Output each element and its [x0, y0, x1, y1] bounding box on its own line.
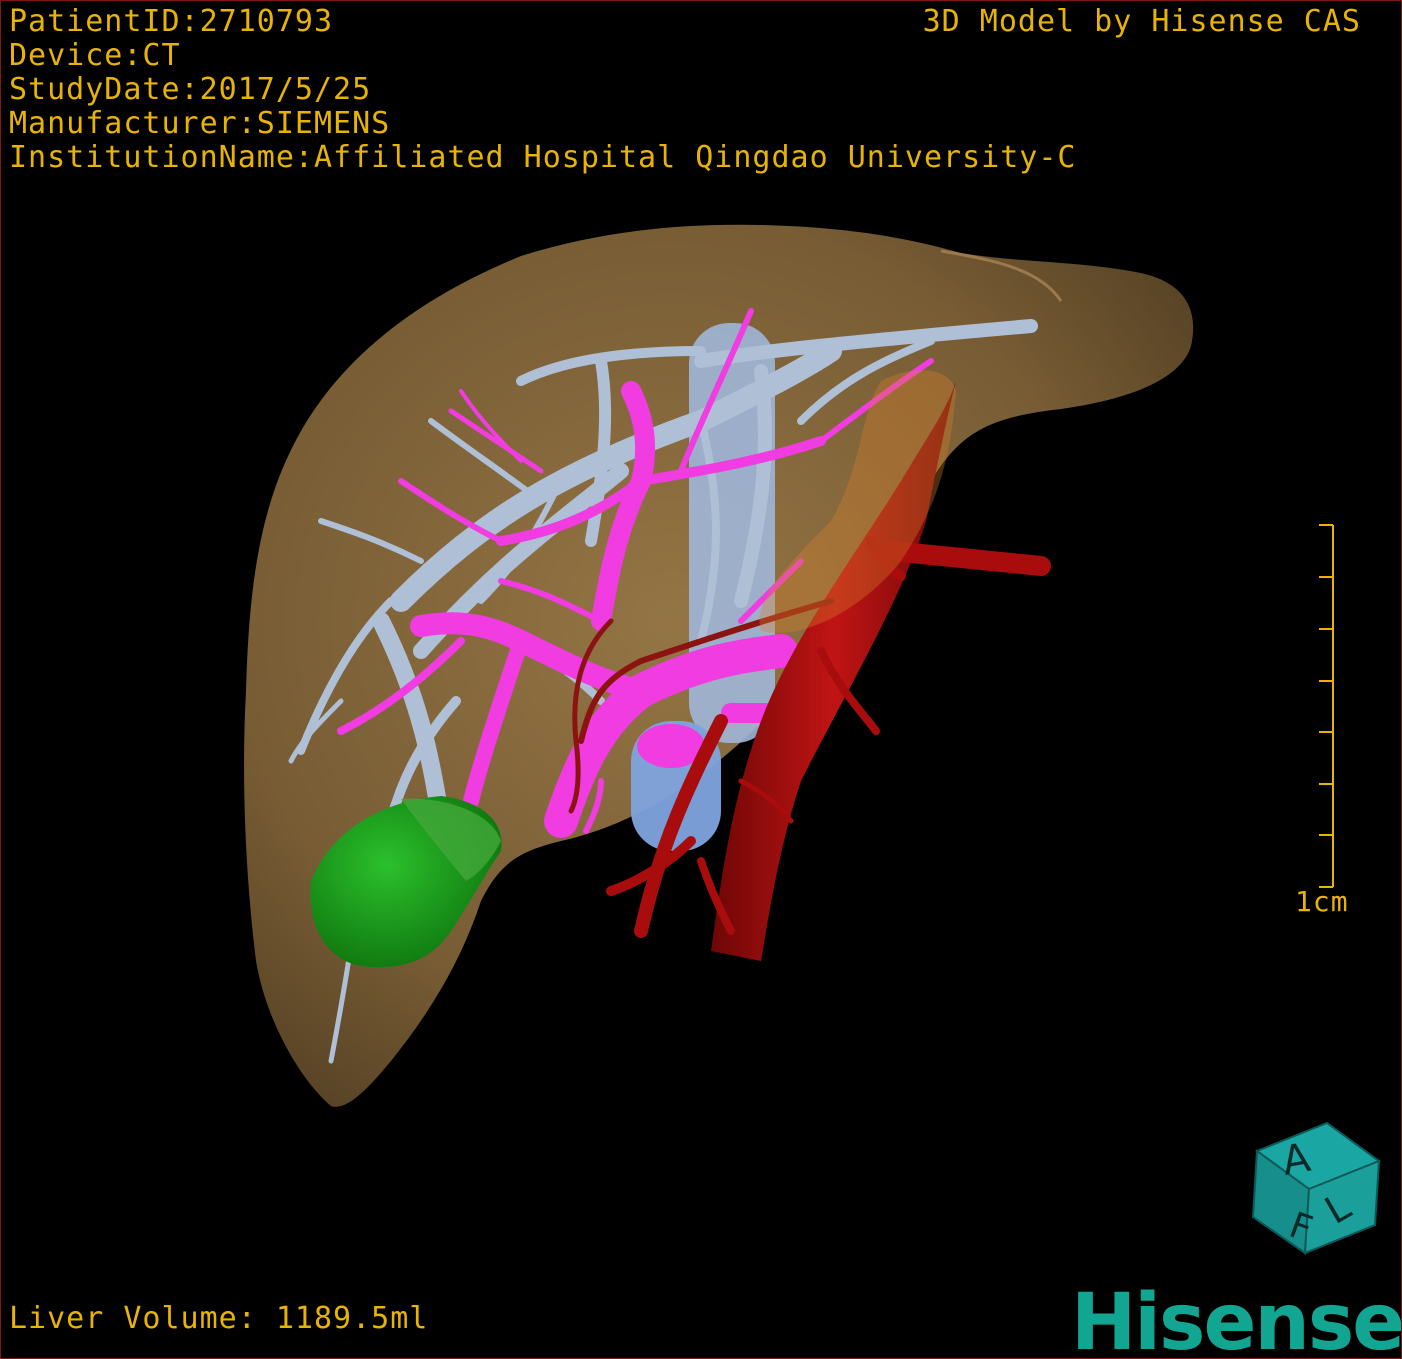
scale-bar — [1319, 524, 1334, 888]
hisense-logo: Hisense — [1071, 1278, 1402, 1359]
liver-3d-model[interactable] — [1, 1, 1401, 1358]
institution-name: InstitutionName:Affiliated Hospital Qing… — [9, 140, 1077, 175]
study-date: StudyDate:2017/5/25 — [9, 72, 372, 107]
liver-volume: Liver Volume: 1189.5ml — [9, 1301, 429, 1336]
3d-viewport[interactable]: PatientID:2710793 Device:CT StudyDate:20… — [0, 0, 1402, 1359]
device: Device:CT — [9, 38, 181, 73]
orientation-cube[interactable]: A F L — [1247, 1121, 1387, 1261]
study-metadata: PatientID:2710793 Device:CT StudyDate:20… — [9, 5, 1076, 175]
manufacturer: Manufacturer:SIEMENS — [9, 106, 391, 141]
model-credit: 3D Model by Hisense CAS — [922, 4, 1361, 39]
patient-id: PatientID:2710793 — [9, 4, 334, 39]
scale-bar-label: 1cm — [1295, 885, 1349, 918]
